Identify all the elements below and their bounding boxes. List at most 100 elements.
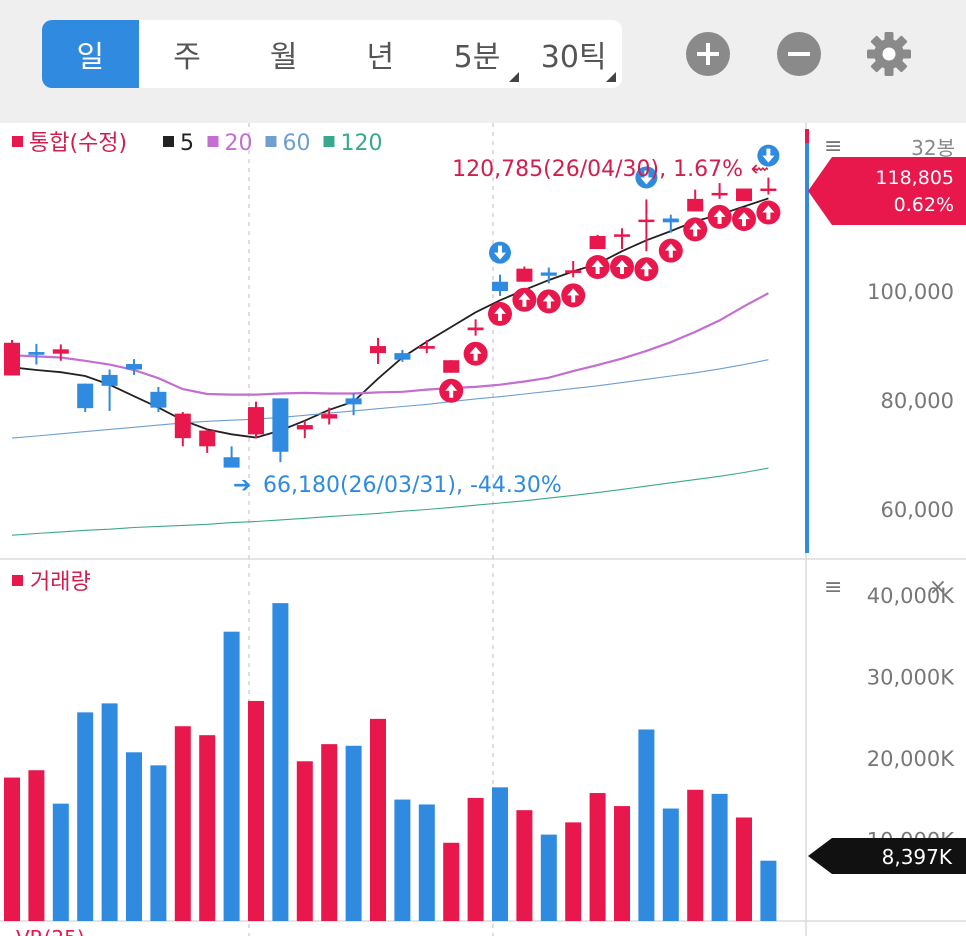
candle-body [296,425,313,430]
volume-bar[interactable] [28,770,45,921]
candle[interactable] [443,360,460,373]
volume-bar[interactable] [52,803,69,921]
candle[interactable] [4,340,20,376]
candle[interactable] [467,319,484,336]
candle[interactable] [492,274,508,296]
candle-body [565,270,582,274]
candle-body [492,281,508,291]
volume-bar[interactable] [662,808,679,921]
volume-bar[interactable] [345,745,362,921]
volume-bar[interactable] [540,834,557,921]
volume-bar[interactable] [101,703,118,921]
volume-bar[interactable] [492,787,508,921]
close-icon[interactable]: × [929,575,947,600]
candle[interactable] [101,369,118,411]
volume-bar[interactable] [760,860,777,921]
volume-bar[interactable] [687,789,704,921]
candle[interactable] [614,228,630,250]
candle-body [443,360,460,373]
volume-bar[interactable] [150,765,167,921]
volume-tick-label: 20,000K [867,747,955,771]
tab-6[interactable]: 30틱 [525,20,622,88]
volume-bar[interactable] [638,729,655,921]
buy-signal-icon [512,287,537,312]
volume-bar[interactable] [418,804,435,921]
buy-signal-icon [756,200,781,225]
volume-bar[interactable] [199,735,216,921]
legend-swatch [265,136,277,147]
candle[interactable] [736,188,752,202]
candle-body [687,198,704,212]
dropdown-corner-icon[interactable] [606,72,617,82]
candle[interactable] [272,398,289,463]
tab-1[interactable]: 일 [42,20,139,88]
candle[interactable] [321,407,338,425]
volume-bar[interactable] [394,799,411,921]
price-legend: 통합(수정) 5 20 60 120 [12,131,383,156]
volume-bar[interactable] [174,726,191,921]
chart-toolbar: 일 주 월 년 5분 30틱 [0,0,966,123]
volume-bar[interactable] [4,777,20,921]
gear-icon[interactable] [866,31,912,77]
volume-bar[interactable] [126,752,142,921]
candle[interactable] [199,429,216,453]
tab-2[interactable]: 주 [139,20,236,88]
legend-label: 60 [283,131,311,156]
candle[interactable] [662,214,679,233]
volume-bar[interactable] [516,810,533,921]
candle[interactable] [687,189,704,212]
volume-bar[interactable] [248,700,264,921]
buy-signal-icon [463,341,488,366]
candle[interactable] [174,411,191,447]
tab-5[interactable]: 5분 [429,20,526,88]
candle[interactable] [589,234,606,250]
candle[interactable] [540,267,557,284]
volume-bar[interactable] [589,793,606,921]
candle[interactable] [223,446,240,468]
candle[interactable] [248,401,264,439]
candle-body [394,353,411,360]
candle[interactable] [516,266,533,282]
high-annotation: 120,785(26/04/30), 1.67% [452,157,743,182]
legend-label: 20 [225,131,253,156]
candle-body [516,268,533,282]
legend-swatch [12,575,23,586]
candle-body [711,192,728,196]
volume-bar[interactable] [711,793,728,921]
buy-signal-icon [488,301,512,326]
legend-swatch [163,136,174,147]
candle-body [638,219,655,223]
volume-bar[interactable] [736,817,752,921]
volume-bar[interactable] [321,744,338,921]
volume-bar[interactable] [614,806,630,921]
legend-label: 거래량 [30,570,91,595]
stock-chart[interactable]: 100,00080,00060,00040,000K30,000K20,000K… [0,123,966,936]
zoom-in-button[interactable] [686,32,730,76]
dropdown-corner-icon[interactable] [509,72,520,82]
volume-bar[interactable] [443,842,460,921]
candle-body [321,414,338,419]
candle[interactable] [711,183,728,199]
volume-bar[interactable] [467,797,484,921]
candle[interactable] [370,337,386,365]
volume-bar[interactable] [296,761,313,921]
candle-body [614,234,630,237]
volume-menu-icon[interactable]: ≡ [824,575,842,600]
tab-3[interactable]: 월 [235,20,332,88]
high-arrow-icon: ⇜ [751,157,769,182]
candle-body [223,457,240,468]
zoom-out-button[interactable] [777,32,821,76]
volume-bar[interactable] [370,718,386,921]
volume-bar[interactable] [77,712,94,921]
candle[interactable] [394,349,411,362]
ma-line-20 [11,292,769,396]
tab-4[interactable]: 년 [332,20,429,88]
volume-bar[interactable] [565,822,582,921]
candle[interactable] [28,343,45,365]
candle[interactable] [77,383,94,412]
candle[interactable] [418,340,435,354]
candle[interactable] [150,386,167,412]
volume-bar[interactable] [223,631,240,921]
price-menu-icon[interactable]: ≡ [824,134,842,159]
volume-bar[interactable] [272,603,289,921]
